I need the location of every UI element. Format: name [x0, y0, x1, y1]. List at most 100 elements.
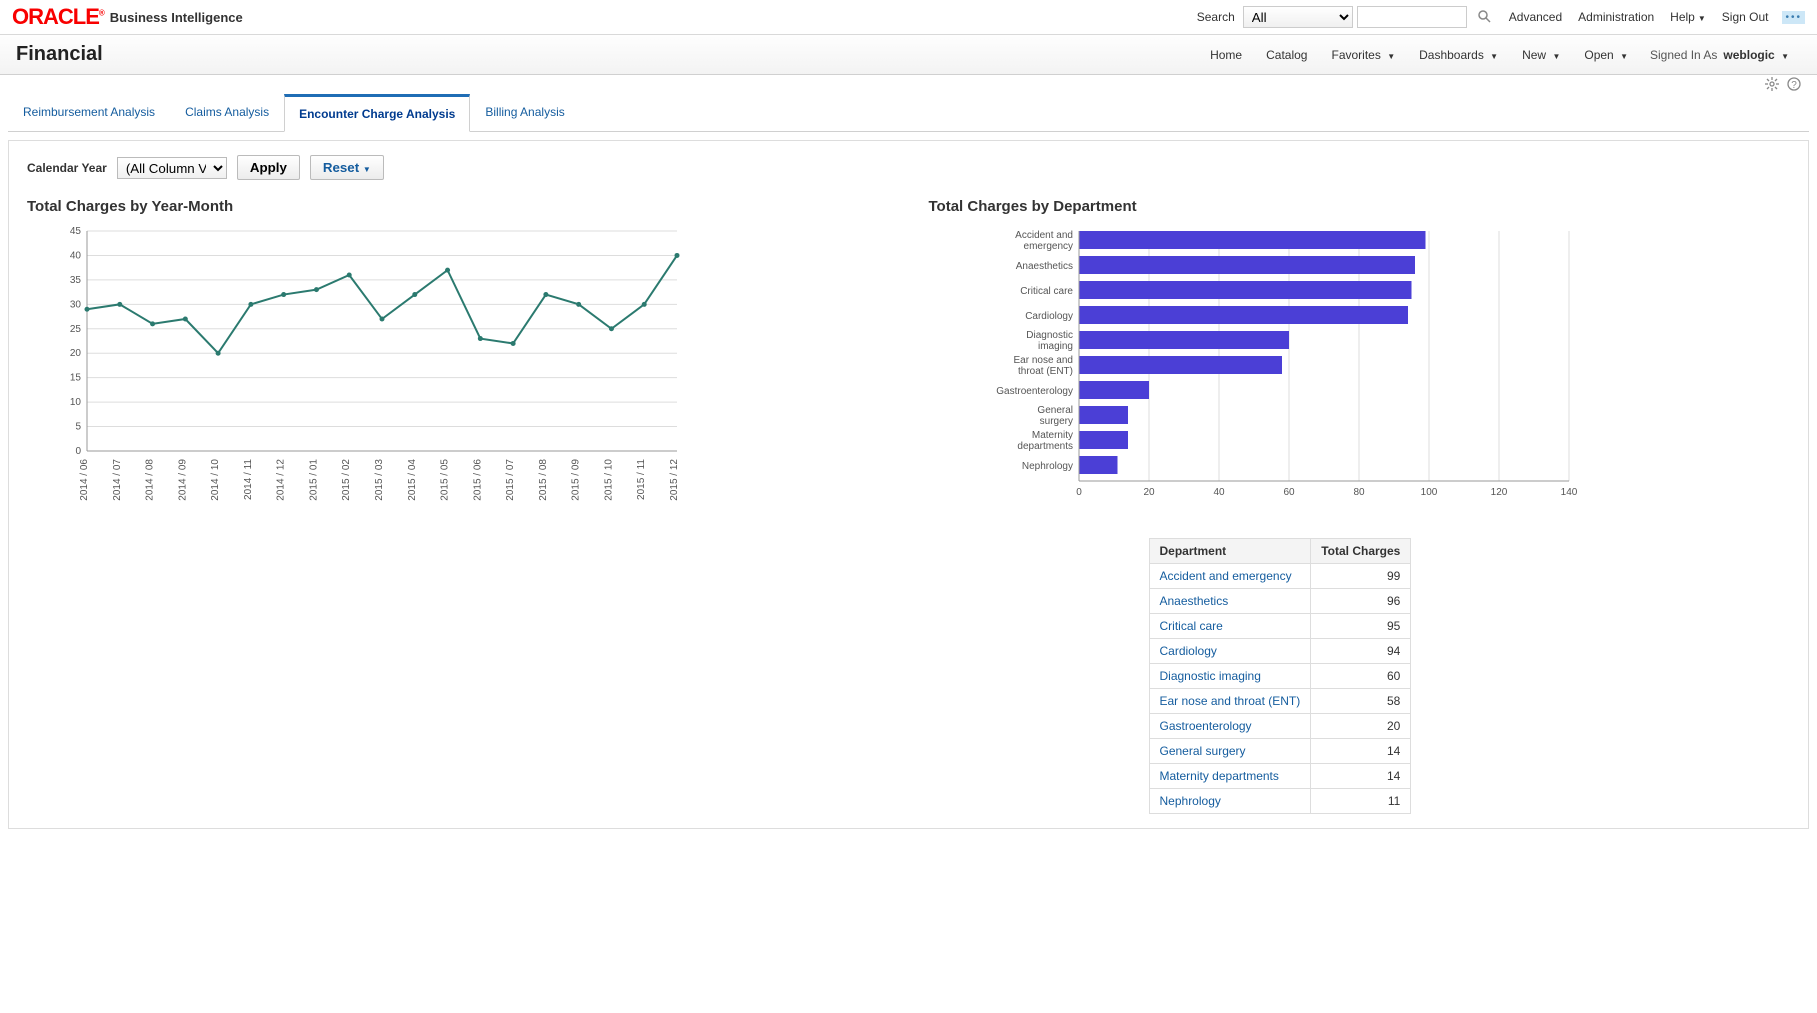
svg-text:Nephrology: Nephrology	[1021, 461, 1072, 472]
svg-text:2015 / 04: 2015 / 04	[407, 459, 418, 501]
table-cell-charges: 11	[1311, 789, 1411, 814]
table-header-department[interactable]: Department	[1149, 539, 1311, 564]
top-bar: ORACLE® Business Intelligence Search All…	[0, 0, 1817, 35]
help-menu[interactable]: Help▼	[1670, 10, 1706, 24]
table-row: Anaesthetics96	[1149, 589, 1411, 614]
table-cell-department[interactable]: Anaesthetics	[1149, 589, 1311, 614]
table-row: Cardiology94	[1149, 639, 1411, 664]
nav-new[interactable]: New ▼	[1522, 48, 1560, 62]
svg-text:2014 / 12: 2014 / 12	[276, 459, 287, 501]
svg-text:?: ?	[1791, 80, 1797, 91]
user-menu[interactable]: weblogic ▼	[1723, 48, 1789, 62]
tab-reimbursement-analysis[interactable]: Reimbursement Analysis	[8, 94, 170, 132]
table-cell-department[interactable]: Cardiology	[1149, 639, 1311, 664]
svg-text:Critical care: Critical care	[1020, 286, 1073, 297]
table-cell-department[interactable]: General surgery	[1149, 739, 1311, 764]
line-chart-block: Total Charges by Year-Month 051015202530…	[27, 198, 889, 524]
svg-text:Diagnostic: Diagnostic	[1026, 330, 1073, 341]
svg-text:departments: departments	[1017, 441, 1073, 452]
help-icon[interactable]: ?	[1787, 77, 1801, 94]
svg-text:2014 / 06: 2014 / 06	[79, 459, 90, 501]
svg-text:2015 / 07: 2015 / 07	[505, 459, 516, 501]
svg-text:Cardiology: Cardiology	[1025, 311, 1073, 322]
prompt-bar: Calendar Year (All Column Values) Apply …	[27, 155, 1790, 180]
svg-text:2015 / 01: 2015 / 01	[308, 459, 319, 501]
search-input[interactable]	[1357, 6, 1467, 28]
nav-home[interactable]: Home	[1210, 48, 1242, 62]
svg-text:30: 30	[70, 299, 82, 310]
dashboard-tabs: Reimbursement Analysis Claims Analysis E…	[8, 94, 1809, 132]
table-row: Maternity departments14	[1149, 764, 1411, 789]
nav-favorites[interactable]: Favorites ▼	[1331, 48, 1395, 62]
search-label: Search	[1197, 10, 1235, 24]
table-row: Critical care95	[1149, 614, 1411, 639]
svg-text:2015 / 10: 2015 / 10	[603, 459, 614, 501]
advanced-link[interactable]: Advanced	[1509, 10, 1562, 24]
svg-text:15: 15	[70, 373, 82, 384]
tab-claims-analysis[interactable]: Claims Analysis	[170, 94, 284, 132]
svg-text:5: 5	[75, 422, 81, 433]
gear-icon[interactable]	[1765, 77, 1779, 94]
svg-text:20: 20	[70, 348, 82, 359]
svg-text:80: 80	[1353, 487, 1365, 498]
search-category-select[interactable]: All	[1243, 6, 1353, 28]
svg-text:25: 25	[70, 324, 82, 335]
apply-button[interactable]: Apply	[237, 155, 300, 180]
svg-text:40: 40	[1213, 487, 1225, 498]
svg-text:Maternity: Maternity	[1031, 430, 1072, 441]
svg-text:10: 10	[70, 397, 82, 408]
bar-chart-block: Total Charges by Department 020406080100…	[929, 198, 1791, 814]
nav-dashboards[interactable]: Dashboards ▼	[1419, 48, 1498, 62]
table-cell-department[interactable]: Accident and emergency	[1149, 564, 1311, 589]
svg-text:emergency: emergency	[1023, 241, 1072, 252]
svg-text:2014 / 11: 2014 / 11	[243, 459, 254, 500]
table-cell-department[interactable]: Critical care	[1149, 614, 1311, 639]
oracle-logo: ORACLE®	[12, 4, 104, 30]
calendar-year-label: Calendar Year	[27, 161, 107, 175]
search-icon[interactable]	[1477, 9, 1491, 26]
svg-text:35: 35	[70, 275, 82, 286]
svg-text:2014 / 09: 2014 / 09	[177, 459, 188, 501]
table-header-total-charges[interactable]: Total Charges	[1311, 539, 1411, 564]
svg-text:throat (ENT): throat (ENT)	[1017, 366, 1072, 377]
svg-text:General: General	[1037, 405, 1073, 416]
nav-open[interactable]: Open ▼	[1584, 48, 1628, 62]
reset-button[interactable]: Reset ▼	[310, 155, 384, 180]
table-cell-department[interactable]: Nephrology	[1149, 789, 1311, 814]
svg-text:2015 / 11: 2015 / 11	[636, 459, 647, 500]
bar-chart[interactable]: 020406080100120140Accident andemergencyA…	[929, 221, 1589, 511]
svg-text:2015 / 05: 2015 / 05	[440, 459, 451, 501]
svg-text:Gastroenterology: Gastroenterology	[996, 386, 1073, 397]
svg-text:2015 / 03: 2015 / 03	[374, 459, 385, 501]
line-chart[interactable]: 0510152025303540452014 / 062014 / 072014…	[27, 221, 687, 521]
page-title: Financial	[16, 43, 103, 66]
table-cell-department[interactable]: Diagnostic imaging	[1149, 664, 1311, 689]
sign-out-link[interactable]: Sign Out	[1722, 10, 1769, 24]
svg-text:2014 / 08: 2014 / 08	[145, 459, 156, 501]
dashboard-content: Calendar Year (All Column Values) Apply …	[8, 140, 1809, 829]
administration-link[interactable]: Administration	[1578, 10, 1654, 24]
nav-catalog[interactable]: Catalog	[1266, 48, 1307, 62]
table-cell-charges: 96	[1311, 589, 1411, 614]
table-cell-charges: 99	[1311, 564, 1411, 589]
table-cell-department[interactable]: Gastroenterology	[1149, 714, 1311, 739]
brand-subtitle: Business Intelligence	[110, 10, 243, 25]
svg-text:45: 45	[70, 226, 82, 237]
table-row: Gastroenterology20	[1149, 714, 1411, 739]
svg-text:Ear nose and: Ear nose and	[1013, 355, 1073, 366]
signed-in-label: Signed In As	[1650, 48, 1717, 62]
svg-text:2015 / 09: 2015 / 09	[571, 459, 582, 501]
tab-billing-analysis[interactable]: Billing Analysis	[470, 94, 579, 132]
table-cell-department[interactable]: Ear nose and throat (ENT)	[1149, 689, 1311, 714]
table-cell-charges: 20	[1311, 714, 1411, 739]
svg-text:2015 / 08: 2015 / 08	[538, 459, 549, 501]
table-cell-charges: 60	[1311, 664, 1411, 689]
table-row: Accident and emergency99	[1149, 564, 1411, 589]
svg-text:2014 / 07: 2014 / 07	[112, 459, 123, 501]
calendar-year-select[interactable]: (All Column Values)	[117, 157, 227, 179]
tab-encounter-charge-analysis[interactable]: Encounter Charge Analysis	[284, 94, 470, 132]
table-cell-department[interactable]: Maternity departments	[1149, 764, 1311, 789]
navigation-bar: Financial Home Catalog Favorites ▼ Dashb…	[0, 35, 1817, 75]
app-switcher-icon[interactable]: •••	[1782, 11, 1805, 24]
svg-text:40: 40	[70, 250, 82, 261]
